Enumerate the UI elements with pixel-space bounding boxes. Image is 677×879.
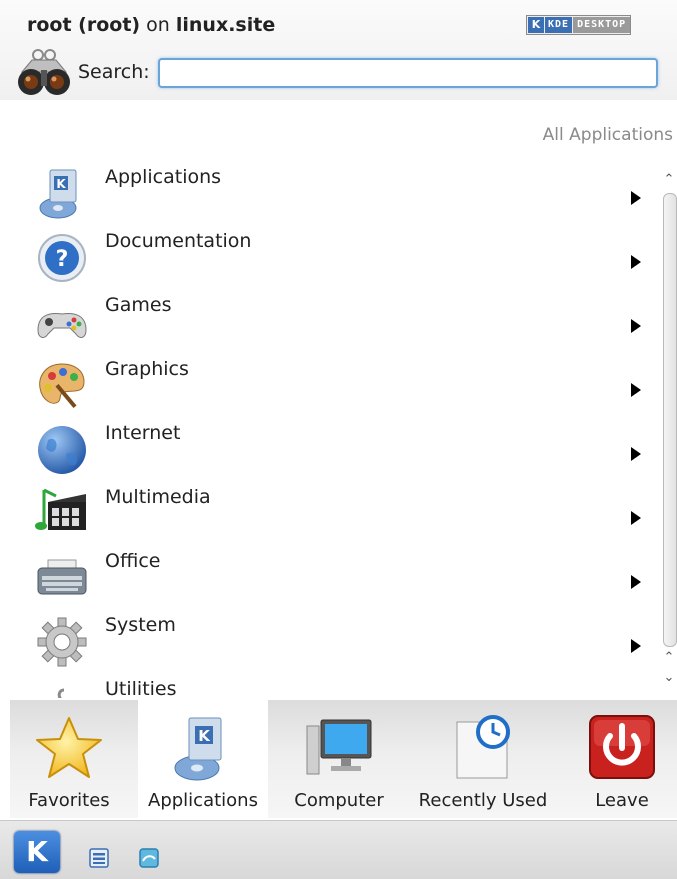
desktop-badge-label: DESKTOP <box>573 17 631 33</box>
tab-applications[interactable]: K Applications <box>140 704 266 816</box>
scroll-up-arrow-icon[interactable]: ⌃ <box>662 173 676 186</box>
category-label: Applications <box>105 166 222 188</box>
palette-icon <box>34 356 90 412</box>
category-label: Games <box>105 294 172 316</box>
svg-text:K: K <box>198 727 211 745</box>
utilities-icon <box>34 676 90 698</box>
category-label: Graphics <box>105 358 189 380</box>
category-utilities[interactable]: Utilities <box>0 670 660 698</box>
user-name: root (root) <box>27 14 141 36</box>
search-label: Search: <box>78 61 150 83</box>
multimedia-icon <box>34 484 90 540</box>
taskbar: K <box>0 820 677 879</box>
launcher-header: root (root) on linux.site K KDE DESKTOP … <box>0 0 677 100</box>
breadcrumb-all-applications[interactable]: All Applications <box>543 125 673 145</box>
user-info: root (root) on linux.site <box>27 14 275 36</box>
submenu-arrow-icon <box>631 191 641 205</box>
applications-icon: K <box>34 164 90 220</box>
submenu-arrow-icon <box>631 575 641 589</box>
submenu-arrow-icon <box>631 255 641 269</box>
monitor-icon <box>303 712 375 784</box>
category-label: Internet <box>105 422 181 444</box>
power-icon <box>586 712 658 784</box>
tab-recently-used[interactable]: Recently Used <box>414 704 552 816</box>
kde-logo-icon: K <box>528 17 544 33</box>
scroll-down-arrow-icon[interactable]: ⌄ <box>662 671 676 684</box>
task-manager-icon[interactable] <box>88 847 110 869</box>
kde-menu-button[interactable]: K <box>14 831 60 873</box>
tab-label: Favorites <box>28 790 110 811</box>
svg-text:?: ? <box>56 247 69 272</box>
tab-label: Recently Used <box>418 790 548 811</box>
category-documentation[interactable]: ? Documentation <box>0 222 660 286</box>
kde-badge-label: KDE <box>545 17 573 33</box>
help-icon: ? <box>34 228 90 284</box>
tab-favorites[interactable]: Favorites <box>14 704 124 816</box>
category-applications[interactable]: K Applications <box>0 158 660 222</box>
category-internet[interactable]: Internet <box>0 414 660 478</box>
submenu-arrow-icon <box>631 319 641 333</box>
gamepad-icon <box>34 292 90 348</box>
applications-icon: K <box>167 712 239 784</box>
tab-leave[interactable]: Leave <box>576 704 668 816</box>
desktop-icon[interactable] <box>138 847 160 869</box>
kde-desktop-badge: K KDE DESKTOP <box>526 15 632 35</box>
tab-label: Leave <box>595 790 649 811</box>
submenu-arrow-icon <box>631 511 641 525</box>
scrollbar-handle[interactable] <box>663 193 677 647</box>
category-system[interactable]: System <box>0 606 660 670</box>
category-games[interactable]: Games <box>0 286 660 350</box>
globe-icon <box>34 420 90 476</box>
submenu-arrow-icon <box>631 447 641 461</box>
submenu-arrow-icon <box>631 383 641 397</box>
tab-label: Applications <box>148 790 258 811</box>
category-office[interactable]: Office <box>0 542 660 606</box>
category-label: Multimedia <box>105 486 211 508</box>
user-on-text: on <box>140 14 176 36</box>
svg-text:K: K <box>56 177 66 191</box>
submenu-arrow-icon <box>631 639 641 653</box>
category-graphics[interactable]: Graphics <box>0 350 660 414</box>
clock-document-icon <box>447 712 519 784</box>
scroll-up-arrow-icon[interactable]: ⌃ <box>662 651 676 664</box>
category-multimedia[interactable]: Multimedia <box>0 478 660 542</box>
tab-label: Computer <box>294 790 384 811</box>
category-label: System <box>105 614 176 636</box>
star-icon <box>33 712 105 784</box>
category-list: K Applications ? Documentation Games Gra… <box>0 158 660 698</box>
binoculars-icon <box>16 46 72 100</box>
search-input[interactable] <box>158 58 658 88</box>
category-label: Office <box>105 550 161 572</box>
category-label: Utilities <box>105 678 177 698</box>
tab-computer[interactable]: Computer <box>284 704 394 816</box>
category-label: Documentation <box>105 230 252 252</box>
host-name: linux.site <box>175 14 276 36</box>
typewriter-icon <box>34 548 90 604</box>
gear-icon <box>34 612 90 668</box>
